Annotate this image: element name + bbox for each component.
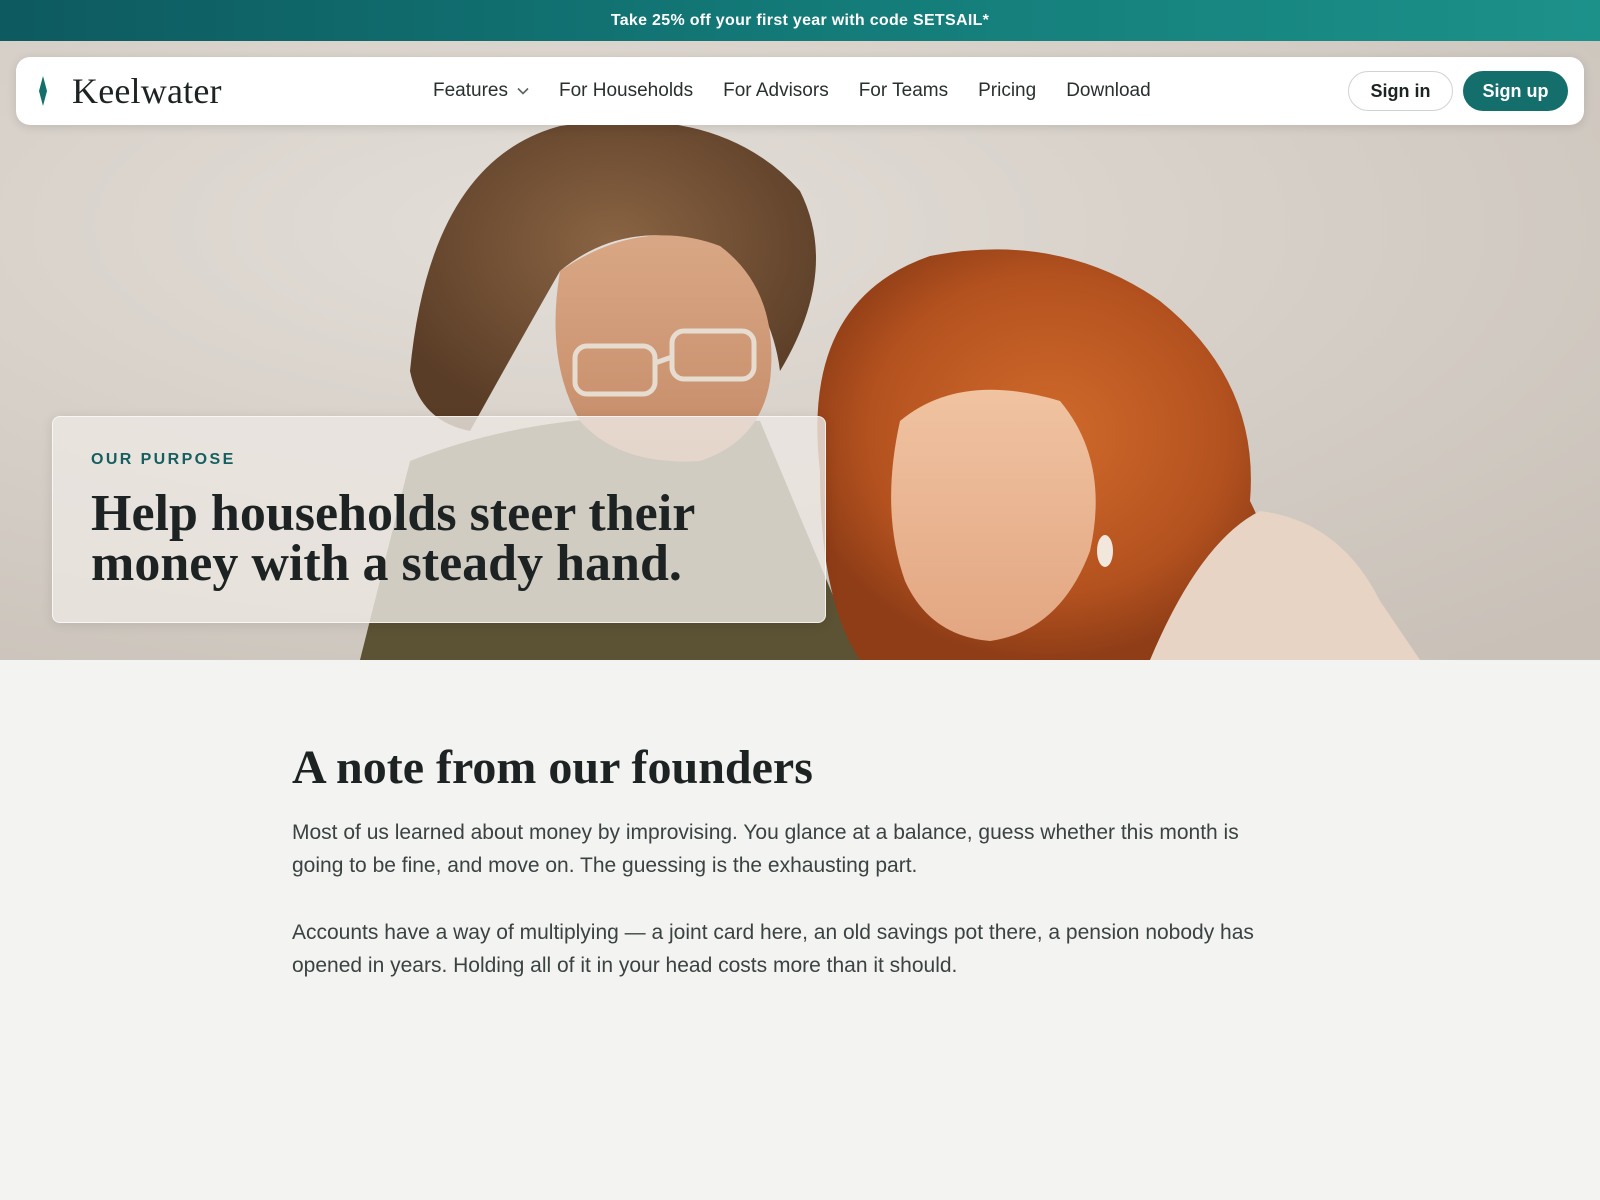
hero-title: Help households steer their money with a… [91,485,695,592]
purpose-eyebrow: OUR PURPOSE [91,451,236,468]
navbar: Keelwater Features For Households For Ad… [16,57,1584,125]
nav-links: Features For Households For Advisors For… [433,57,1151,125]
brand-name: Keelwater [72,71,222,111]
nav-for-advisors[interactable]: For Advisors [723,80,829,102]
founders-paragraph-2: Accounts have a way of multiplying — a j… [292,921,1254,977]
keel-icon [39,76,47,106]
founders-note-title: A note from our founders [292,741,813,794]
sign-in-button[interactable]: Sign in [1348,71,1453,111]
chevron-down-icon [517,87,529,95]
founders-note: A note from our founders Most of us lear… [292,738,1292,982]
nav-features-label: Features [433,80,508,101]
nav-for-teams[interactable]: For Teams [859,80,948,102]
purpose-card: OUR PURPOSE Help households steer their … [52,416,826,623]
nav-download[interactable]: Download [1066,80,1151,102]
promo-banner[interactable]: Take 25% off your first year with code S… [0,0,1600,41]
nav-features[interactable]: Features [433,80,529,102]
sign-up-button[interactable]: Sign up [1463,71,1568,111]
brand[interactable]: Keelwater [36,57,222,125]
promo-text: Take 25% off your first year with code S… [610,11,990,29]
founders-paragraph-1: Most of us learned about money by improv… [292,821,1239,877]
nav-for-households[interactable]: For Households [559,80,693,102]
nav-pricing[interactable]: Pricing [978,80,1036,102]
